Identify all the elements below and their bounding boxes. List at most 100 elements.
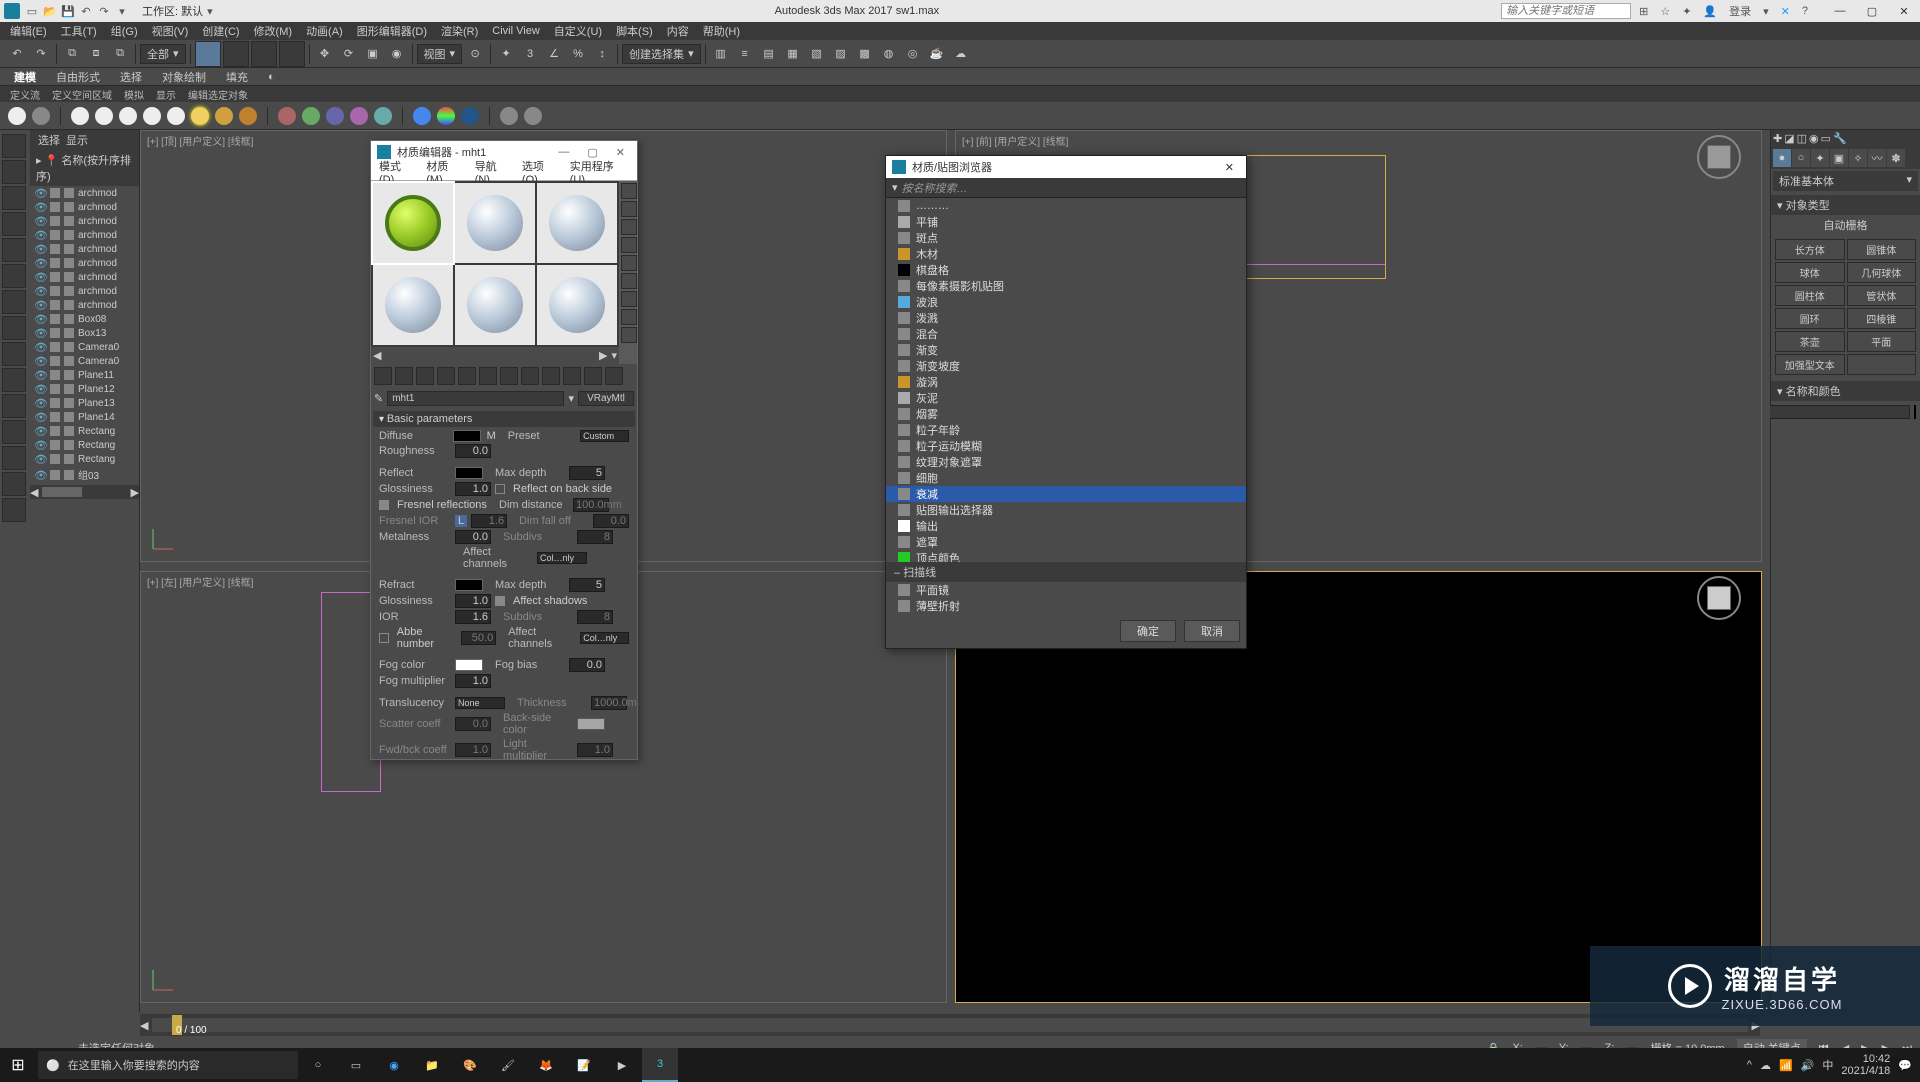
mb-ok-button[interactable]: 确定 — [1120, 620, 1176, 642]
scene-item[interactable]: 👁Plane12 — [30, 382, 139, 396]
roughness-spinner[interactable]: 0.0 — [455, 444, 491, 458]
create-button[interactable]: 加强型文本 — [1775, 354, 1845, 375]
visibility-icon[interactable]: 👁 — [34, 327, 46, 339]
obj3-icon[interactable] — [326, 107, 344, 125]
visibility-icon[interactable]: 👁 — [34, 397, 46, 409]
affch2-dd[interactable]: Col…nly — [580, 632, 629, 644]
login-dd-icon[interactable]: ▾ — [1759, 5, 1773, 18]
snap-icon[interactable]: 3 — [519, 43, 541, 65]
visibility-icon[interactable]: 👁 — [34, 439, 46, 451]
pin-icon[interactable]: 📍 — [45, 155, 59, 167]
exchange-icon[interactable]: ✕ — [1777, 5, 1794, 18]
ribbon-item-1[interactable]: 定义流 — [10, 87, 40, 102]
bscolor-swatch[interactable] — [577, 718, 605, 730]
reflect-swatch[interactable] — [455, 467, 483, 479]
scroll-right-icon[interactable]: ▶ — [131, 486, 139, 499]
refract-swatch[interactable] — [455, 579, 483, 591]
app1-icon[interactable]: 🎨 — [452, 1048, 488, 1082]
visibility-icon[interactable]: 👁 — [34, 285, 46, 297]
obj2-icon[interactable] — [302, 107, 320, 125]
visibility-icon[interactable]: 👁 — [34, 369, 46, 381]
ribbon-item-2[interactable]: 定义空间区域 — [52, 87, 112, 102]
cat-geometry-icon[interactable]: ● — [1773, 149, 1791, 167]
cat-systems-icon[interactable]: ✽ — [1887, 149, 1905, 167]
visibility-icon[interactable]: 👁 — [34, 383, 46, 395]
create-button[interactable]: 圆锥体 — [1847, 239, 1917, 260]
visibility-icon[interactable]: 👁 — [34, 341, 46, 353]
menu-edit[interactable]: 编辑(E) — [10, 23, 47, 39]
mb-item[interactable]: 波浪 — [886, 294, 1246, 310]
percent-snap-icon[interactable]: % — [567, 43, 589, 65]
menu-civil[interactable]: Civil View — [492, 25, 539, 37]
cortana-icon[interactable]: ○ — [300, 1048, 336, 1082]
util1-icon[interactable] — [500, 107, 518, 125]
se-tool-7[interactable] — [2, 290, 26, 314]
refr-gloss-spinner[interactable]: 1.0 — [455, 594, 491, 608]
mb-item[interactable]: 木材 — [886, 246, 1246, 262]
fresnelior-spinner[interactable]: 1.6 — [471, 514, 507, 528]
slot-scroll-down[interactable]: ▾ — [611, 349, 617, 362]
menu-views[interactable]: 视图(V) — [152, 23, 189, 39]
mb-item[interactable]: 纹理对象遮罩 — [886, 454, 1246, 470]
mb-item[interactable]: 漩涡 — [886, 374, 1246, 390]
star-icon[interactable]: ☆ — [1656, 5, 1674, 18]
login-label[interactable]: 登录 — [1725, 3, 1755, 19]
cat-lights-icon[interactable]: ✦ — [1811, 149, 1829, 167]
undo-icon[interactable]: ↶ — [6, 43, 28, 65]
light8-icon[interactable] — [239, 107, 257, 125]
light4-icon[interactable] — [143, 107, 161, 125]
qat-more-icon[interactable]: ▾ — [114, 3, 130, 19]
render-frame-icon[interactable]: ◎ — [902, 43, 924, 65]
transl-dd[interactable]: None — [455, 697, 505, 709]
rollout-name-color[interactable]: ▾ 名称和颜色 — [1771, 381, 1920, 401]
abbe-spinner[interactable]: 50.0 — [461, 631, 496, 645]
visibility-icon[interactable]: 👁 — [34, 469, 46, 481]
freeze-icon[interactable] — [50, 300, 60, 310]
me-side-3[interactable] — [621, 219, 637, 235]
material-slot-3[interactable] — [537, 183, 617, 263]
freeze-icon[interactable] — [50, 230, 60, 240]
visibility-icon[interactable]: 👁 — [34, 243, 46, 255]
help-search-input[interactable] — [1501, 3, 1631, 19]
mb-item[interactable]: 粒子年龄 — [886, 422, 1246, 438]
user-icon[interactable]: 👤 — [1699, 5, 1721, 18]
app4-icon[interactable]: ▶ — [604, 1048, 640, 1082]
viewport-label[interactable]: [+] [前] [用户定义] [线框] — [962, 133, 1068, 148]
freeze-icon[interactable] — [50, 412, 60, 422]
scene-item[interactable]: 👁Plane11 — [30, 368, 139, 382]
edge-icon[interactable]: ◉ — [376, 1048, 412, 1082]
light7-icon[interactable] — [215, 107, 233, 125]
close-button[interactable]: ✕ — [1892, 5, 1916, 18]
apps-icon[interactable]: ⊞ — [1635, 5, 1652, 18]
visibility-icon[interactable]: 👁 — [34, 453, 46, 465]
maxdepth-spinner[interactable]: 5 — [569, 466, 605, 480]
mb-item[interactable]: 棋盘格 — [886, 262, 1246, 278]
viewport-label[interactable]: [+] [左] [用户定义] [线框] — [147, 574, 253, 589]
preset-dd[interactable]: Custom — [580, 430, 629, 442]
create-button[interactable]: 圆环 — [1775, 308, 1845, 329]
subdivs2-spinner[interactable]: 8 — [577, 610, 613, 624]
curve-editor-icon[interactable]: ▧ — [806, 43, 828, 65]
undo-icon[interactable]: ↶ — [78, 3, 94, 19]
ref-coord-dd[interactable]: 视图▾ — [417, 44, 463, 64]
mb-item[interactable]: 粒子运动模糊 — [886, 438, 1246, 454]
obj1-icon[interactable] — [278, 107, 296, 125]
timeline[interactable]: ◀ ▶ — [140, 1014, 1760, 1036]
rollout-object-type[interactable]: ▾ 对象类型 — [1771, 195, 1920, 215]
create-button[interactable]: 几何球体 — [1847, 262, 1917, 283]
me-tb-2[interactable] — [395, 367, 413, 385]
material-browser-dialog[interactable]: 材质/贴图浏览器 ✕ ▾ 按名称搜索… ………平铺斑点木材棋盘格每像素摄影机贴图… — [885, 155, 1247, 649]
freeze-icon[interactable] — [50, 356, 60, 366]
se-tool-3[interactable] — [2, 186, 26, 210]
named-selset-dd[interactable]: 创建选择集▾ — [622, 44, 701, 64]
cp-plus-icon[interactable]: ✚ — [1773, 132, 1782, 145]
me-tb-8[interactable] — [521, 367, 539, 385]
freeze-icon[interactable] — [50, 314, 60, 324]
freeze-icon[interactable] — [50, 188, 60, 198]
fogmult-spinner[interactable]: 1.0 — [455, 674, 491, 688]
me-side-1[interactable] — [621, 183, 637, 199]
rbs-check[interactable] — [495, 484, 505, 494]
freeze-icon[interactable] — [50, 426, 60, 436]
render1-icon[interactable] — [413, 107, 431, 125]
me-tb-5[interactable] — [458, 367, 476, 385]
